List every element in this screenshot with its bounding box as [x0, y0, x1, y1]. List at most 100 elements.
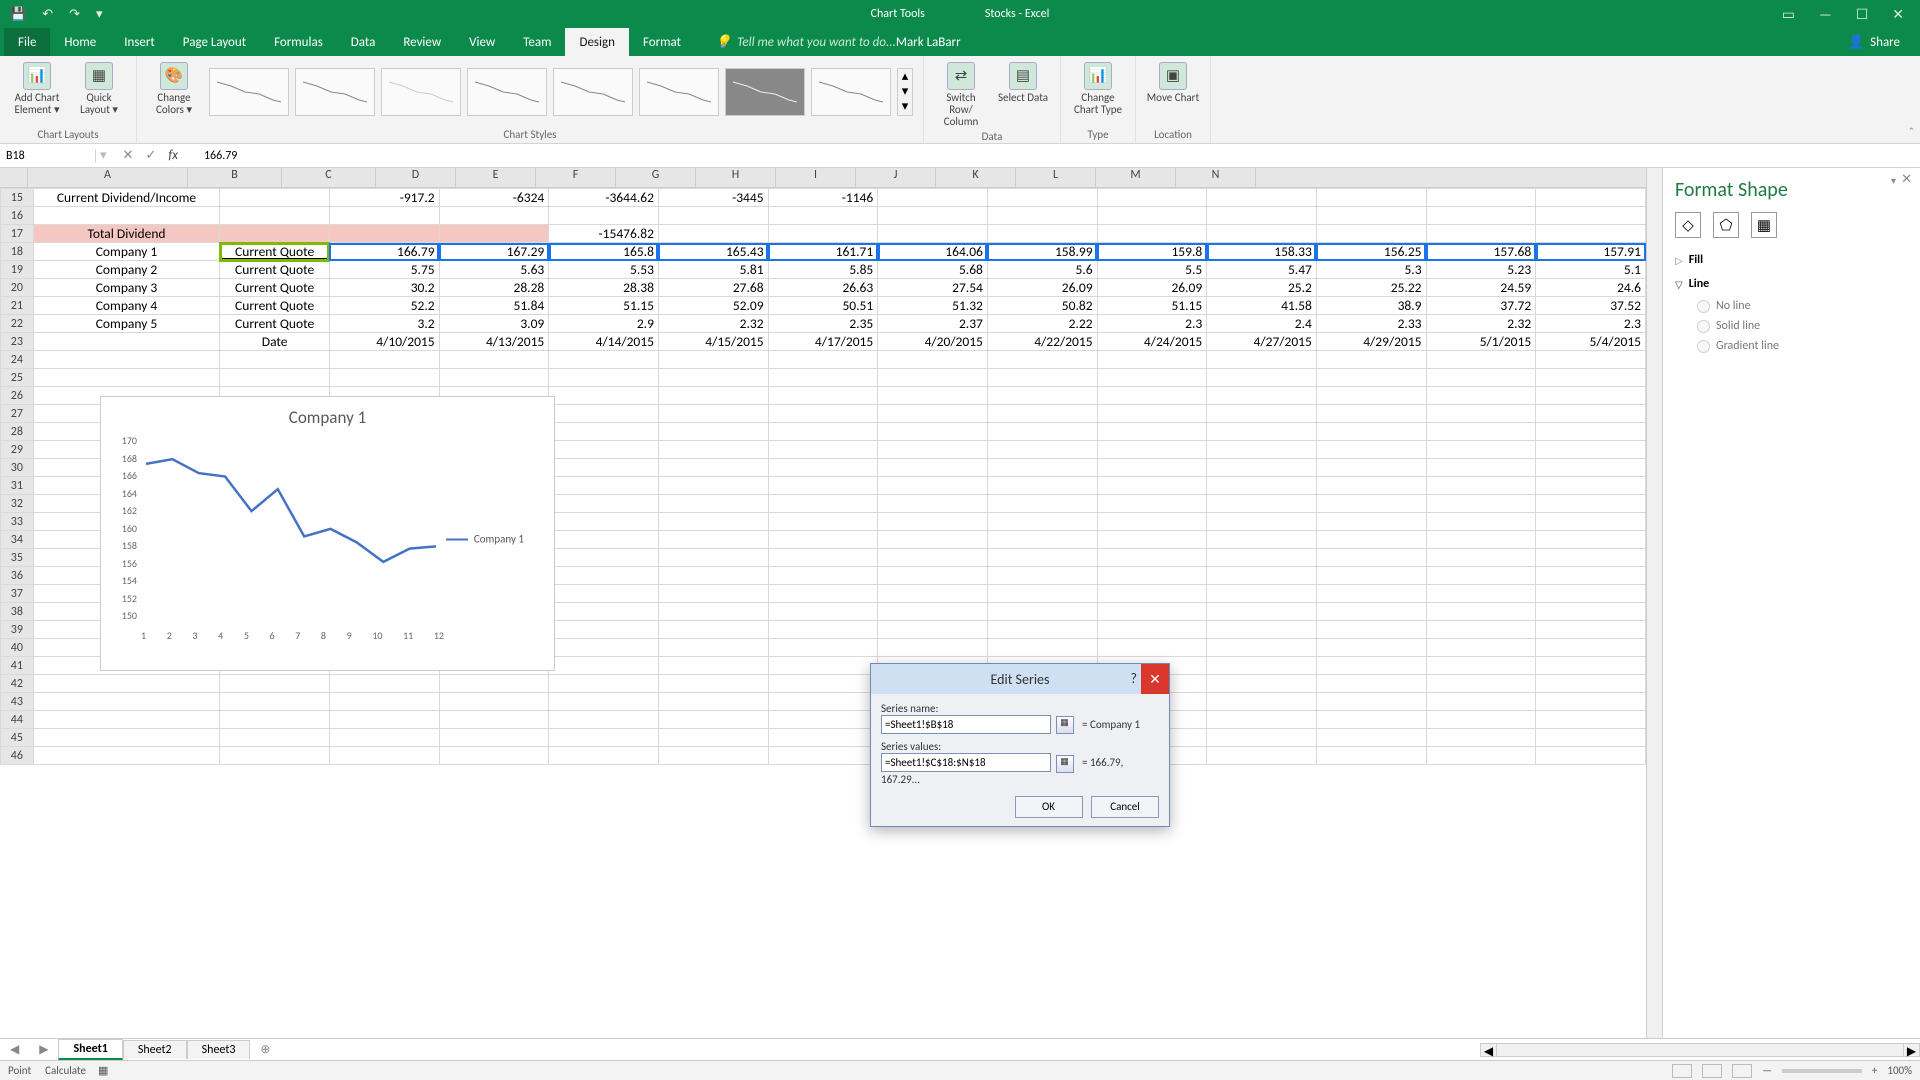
cell[interactable] — [1207, 477, 1317, 495]
zoom-out-icon[interactable]: — — [1762, 1064, 1772, 1077]
cell[interactable] — [1316, 477, 1426, 495]
cell[interactable] — [658, 405, 768, 423]
cell[interactable] — [1207, 405, 1317, 423]
cell[interactable] — [1536, 189, 1646, 207]
cell[interactable]: 51.15 — [1097, 297, 1207, 315]
cell[interactable] — [549, 549, 659, 567]
cell[interactable]: 4/17/2015 — [768, 333, 878, 351]
cell[interactable] — [658, 747, 768, 765]
cell[interactable] — [33, 711, 220, 729]
cell[interactable] — [1316, 387, 1426, 405]
cell[interactable]: 2.35 — [768, 315, 878, 333]
cell[interactable] — [878, 459, 988, 477]
cell[interactable]: 50.82 — [987, 297, 1097, 315]
col-header-H[interactable]: H — [696, 168, 776, 187]
cell[interactable]: 25.2 — [1207, 279, 1317, 297]
cell[interactable]: 3.09 — [439, 315, 549, 333]
cell[interactable]: Company 1 — [33, 243, 220, 261]
cell[interactable] — [439, 225, 549, 243]
tab-file[interactable]: File — [4, 28, 50, 56]
cell[interactable] — [987, 603, 1097, 621]
cell[interactable] — [1207, 207, 1317, 225]
cell[interactable] — [1316, 585, 1426, 603]
cell[interactable] — [768, 477, 878, 495]
fill-section[interactable]: Fill — [1675, 248, 1908, 272]
cell[interactable] — [768, 603, 878, 621]
confirm-entry-icon[interactable]: ✓ — [145, 148, 156, 163]
row-header[interactable]: 40 — [1, 639, 34, 657]
horizontal-scrollbar[interactable]: ◀ ▶ — [1480, 1043, 1920, 1057]
cell[interactable] — [33, 693, 220, 711]
series-values-input[interactable] — [881, 753, 1051, 772]
cell[interactable] — [220, 189, 330, 207]
ok-button[interactable]: OK — [1015, 796, 1083, 818]
cell[interactable] — [658, 567, 768, 585]
cell[interactable] — [1097, 603, 1207, 621]
cell[interactable]: 26.63 — [768, 279, 878, 297]
row-header[interactable]: 42 — [1, 675, 34, 693]
cell[interactable] — [549, 747, 659, 765]
cell[interactable] — [987, 639, 1097, 657]
cell[interactable] — [768, 225, 878, 243]
cell[interactable]: 159.8 — [1097, 243, 1207, 261]
cell[interactable] — [878, 369, 988, 387]
row-header[interactable]: 28 — [1, 423, 34, 441]
cell[interactable] — [1536, 207, 1646, 225]
cell[interactable] — [1426, 369, 1536, 387]
row-header[interactable]: 39 — [1, 621, 34, 639]
cell[interactable] — [768, 693, 878, 711]
cell[interactable] — [1316, 225, 1426, 243]
cell[interactable] — [658, 549, 768, 567]
tab-data[interactable]: Data — [337, 28, 390, 56]
cell[interactable] — [33, 747, 220, 765]
cell[interactable] — [329, 675, 439, 693]
cell[interactable]: Current Quote — [220, 297, 330, 315]
cell[interactable] — [768, 531, 878, 549]
series-name-input[interactable] — [881, 715, 1051, 734]
cell[interactable] — [1536, 351, 1646, 369]
col-header-F[interactable]: F — [536, 168, 616, 187]
cell[interactable]: 158.99 — [987, 243, 1097, 261]
row-header[interactable]: 18 — [1, 243, 34, 261]
pane-close-icon[interactable]: ✕ — [1901, 172, 1912, 187]
switch-row-column-button[interactable]: ⇄Switch Row/ Column — [934, 62, 988, 128]
cell[interactable] — [987, 405, 1097, 423]
cell[interactable] — [1316, 207, 1426, 225]
cell[interactable] — [549, 711, 659, 729]
cell[interactable] — [768, 495, 878, 513]
row-header[interactable]: 25 — [1, 369, 34, 387]
cell[interactable] — [1316, 747, 1426, 765]
cell[interactable] — [987, 567, 1097, 585]
cell[interactable] — [658, 207, 768, 225]
cell[interactable]: 27.54 — [878, 279, 988, 297]
col-header-A[interactable]: A — [28, 168, 188, 187]
cell[interactable]: Current Quote — [220, 279, 330, 297]
move-chart-button[interactable]: ▣Move Chart — [1146, 62, 1200, 104]
cell[interactable]: 28.38 — [549, 279, 659, 297]
cell[interactable] — [1536, 387, 1646, 405]
col-header-I[interactable]: I — [776, 168, 856, 187]
chart-style-2[interactable] — [295, 68, 375, 116]
page-break-view-icon[interactable] — [1732, 1064, 1752, 1078]
cell[interactable] — [549, 567, 659, 585]
cell[interactable]: 2.33 — [1316, 315, 1426, 333]
row-header[interactable]: 34 — [1, 531, 34, 549]
cell[interactable] — [1316, 531, 1426, 549]
cell[interactable]: Total Dividend — [33, 225, 220, 243]
gallery-up-icon[interactable]: ▴ — [898, 69, 912, 84]
cell[interactable] — [1316, 513, 1426, 531]
cell[interactable] — [1097, 639, 1207, 657]
cell[interactable] — [1536, 441, 1646, 459]
cell[interactable]: 27.68 — [658, 279, 768, 297]
cell[interactable] — [1097, 477, 1207, 495]
cell[interactable]: 5.85 — [768, 261, 878, 279]
select-all-corner[interactable] — [0, 168, 28, 187]
cell[interactable] — [1316, 639, 1426, 657]
cell[interactable] — [658, 369, 768, 387]
cell[interactable]: 37.72 — [1426, 297, 1536, 315]
save-icon[interactable]: 💾 — [10, 7, 26, 22]
cell[interactable]: 2.4 — [1207, 315, 1317, 333]
cell[interactable] — [1316, 567, 1426, 585]
cell[interactable] — [768, 639, 878, 657]
col-header-E[interactable]: E — [456, 168, 536, 187]
